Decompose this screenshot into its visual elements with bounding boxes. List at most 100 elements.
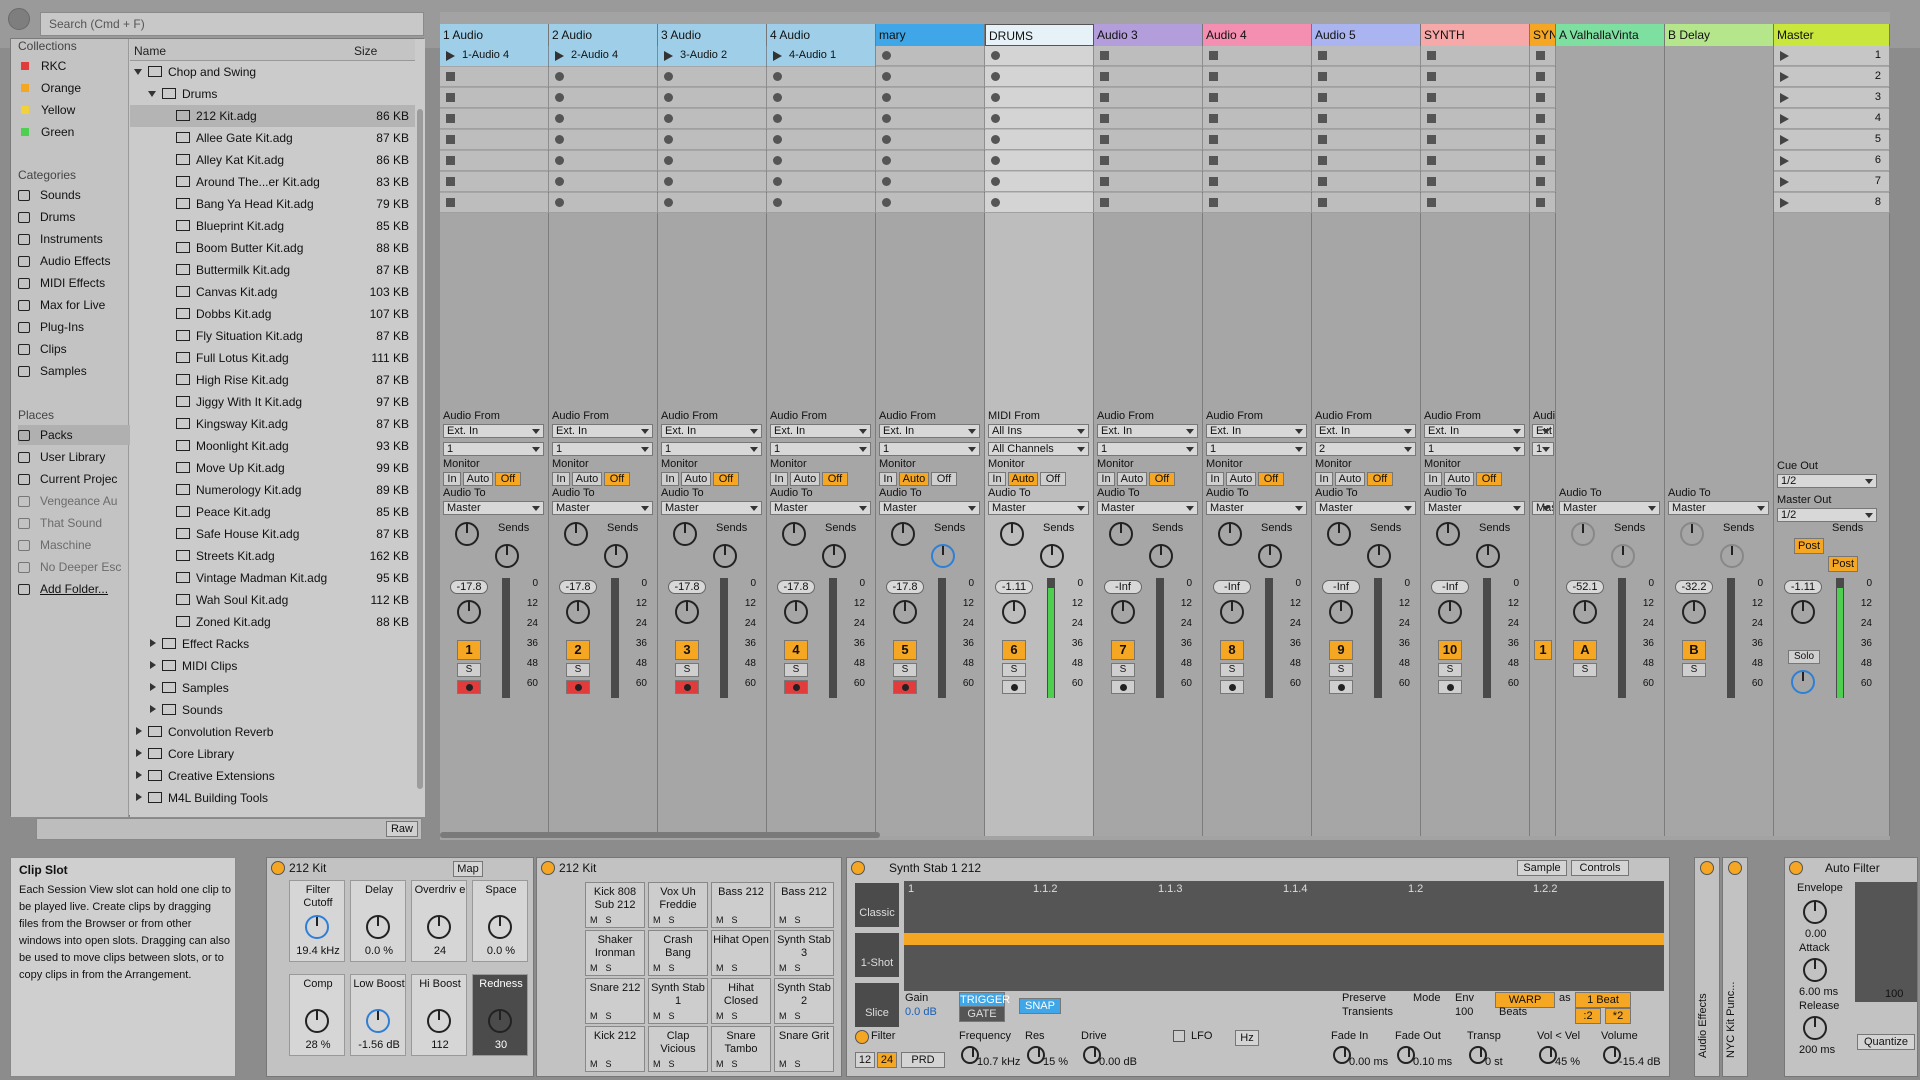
category-audio-effects[interactable]: Audio Effects	[18, 251, 130, 271]
scene-launch-4[interactable]: 4	[1774, 109, 1890, 129]
drum-pad[interactable]: Bass 212 MS	[774, 882, 834, 928]
clip-slot[interactable]	[876, 109, 985, 129]
send-b-knob[interactable]	[1258, 544, 1282, 568]
list-item[interactable]: Peace Kit.adg 85 KB	[130, 501, 415, 523]
power-button[interactable]	[1789, 861, 1803, 875]
clip-slot[interactable]	[1421, 130, 1530, 150]
record-slot-icon[interactable]	[773, 72, 782, 81]
stop-slot-icon[interactable]	[1427, 198, 1436, 207]
monitor-in-button[interactable]: In	[879, 472, 897, 486]
track-header-2[interactable]: 2 Audio	[549, 24, 658, 46]
power-button[interactable]	[271, 861, 285, 875]
monitor-auto-button[interactable]: Auto	[1008, 472, 1038, 486]
stop-slot-icon[interactable]	[1427, 51, 1436, 60]
stop-slot-icon[interactable]	[1100, 198, 1109, 207]
clip-slot[interactable]	[1312, 151, 1421, 171]
input-channel-select[interactable]: 1	[552, 442, 653, 456]
solo-button[interactable]: S	[1573, 663, 1597, 677]
input-channel-select[interactable]: 1	[661, 442, 762, 456]
record-slot-icon[interactable]	[664, 156, 673, 165]
record-slot-icon[interactable]	[773, 114, 782, 123]
volume-value[interactable]: -32.2	[1675, 580, 1713, 594]
send-a-knob[interactable]	[673, 522, 697, 546]
clip-slot[interactable]	[1094, 67, 1203, 87]
clip[interactable]: 2-Audio 4	[549, 46, 658, 66]
cue-volume-knob[interactable]	[1791, 670, 1815, 694]
volume-value[interactable]: -1.11	[995, 580, 1033, 594]
pad-mute-solo[interactable]: MS	[590, 1011, 620, 1021]
scene-play-icon[interactable]	[1780, 177, 1789, 187]
stop-slot-icon[interactable]	[446, 72, 455, 81]
clip-slot[interactable]	[1312, 130, 1421, 150]
track-activator-button[interactable]: 5	[893, 640, 917, 660]
drum-pad[interactable]: Clap Vicious MS	[648, 1026, 708, 1072]
stop-slot-icon[interactable]	[1427, 72, 1436, 81]
monitor-off-button[interactable]: Off	[1149, 472, 1175, 486]
record-slot-icon[interactable]	[664, 135, 673, 144]
track-header-4[interactable]: 4 Audio	[767, 24, 876, 46]
category-midi-effects[interactable]: MIDI Effects	[18, 273, 130, 293]
volume-value[interactable]: -1.11	[1784, 580, 1822, 594]
scene-play-icon[interactable]	[1780, 93, 1789, 103]
output-select[interactable]: Master	[770, 501, 871, 515]
monitor-auto-button[interactable]: Auto	[1226, 472, 1256, 486]
output-select[interactable]: Master	[1206, 501, 1307, 515]
place-vengeance-au[interactable]: Vengeance Au	[18, 491, 130, 511]
track-header-11[interactable]: SYN	[1530, 24, 1556, 46]
pad-mute-solo[interactable]: MS	[779, 1011, 809, 1021]
send-b-knob[interactable]	[604, 544, 628, 568]
scene-launch-3[interactable]: 3	[1774, 88, 1890, 108]
filter-power-button[interactable]	[855, 1030, 869, 1044]
send-b-knob[interactable]	[822, 544, 846, 568]
scene-play-icon[interactable]	[1780, 198, 1789, 208]
lfo-hz-button[interactable]: Hz	[1235, 1030, 1259, 1046]
controls-tab[interactable]: Controls	[1571, 860, 1629, 876]
macro-knob[interactable]	[427, 915, 451, 939]
master-solo-button[interactable]: Solo	[1788, 650, 1820, 664]
record-slot-icon[interactable]	[555, 114, 564, 123]
clip-slot[interactable]	[1203, 130, 1312, 150]
stop-slot-icon[interactable]	[1536, 93, 1545, 102]
preview-waveform[interactable]	[36, 818, 422, 840]
drum-pad[interactable]: Hihat Open MS	[711, 930, 771, 976]
input-type-select[interactable]: Ext. In	[443, 424, 544, 438]
clip[interactable]: 4-Audio 1	[767, 46, 876, 66]
clip-slot[interactable]	[767, 88, 876, 108]
record-slot-icon[interactable]	[882, 72, 891, 81]
cue-out-select[interactable]: 1/2	[1777, 474, 1877, 488]
macro-knob[interactable]	[305, 915, 329, 939]
stop-slot-icon[interactable]	[1427, 156, 1436, 165]
record-slot-icon[interactable]	[555, 198, 564, 207]
record-slot-icon[interactable]	[773, 198, 782, 207]
list-item[interactable]: Wah Soul Kit.adg 112 KB	[130, 589, 415, 611]
send-b-knob[interactable]	[931, 544, 955, 568]
stop-slot-icon[interactable]	[1318, 93, 1327, 102]
pan-knob[interactable]	[1111, 600, 1135, 624]
double-button[interactable]: *2	[1605, 1008, 1631, 1024]
scene-play-icon[interactable]	[1780, 114, 1789, 124]
pan-knob[interactable]	[1329, 600, 1353, 624]
track-activator-button[interactable]: 3	[675, 640, 699, 660]
clip-slot[interactable]	[440, 172, 549, 192]
list-item[interactable]: 212 Kit.adg 86 KB	[130, 105, 415, 127]
send-b-knob[interactable]	[1611, 544, 1635, 568]
mode-slice-button[interactable]: Slice	[855, 983, 899, 1027]
macro-knob[interactable]	[488, 915, 512, 939]
input-type-select[interactable]: Ext. In	[879, 424, 980, 438]
input-type-select[interactable]: All Ins	[988, 424, 1089, 438]
volume-value[interactable]: -Inf	[1104, 580, 1142, 594]
stop-slot-icon[interactable]	[1100, 135, 1109, 144]
track-header-5[interactable]: mary	[876, 24, 985, 46]
drum-pad[interactable]: Vox Uh Freddie MS	[648, 882, 708, 928]
drum-pad[interactable]: Kick 808 Sub 212 MS	[585, 882, 645, 928]
input-type-select[interactable]: Ext. In	[1424, 424, 1525, 438]
track-activator-button[interactable]: 1	[1534, 640, 1552, 660]
pan-knob[interactable]	[566, 600, 590, 624]
stop-slot-icon[interactable]	[1100, 177, 1109, 186]
record-slot-icon[interactable]	[555, 156, 564, 165]
record-slot-icon[interactable]	[882, 156, 891, 165]
drum-pad[interactable]: Bass 212 MS	[711, 882, 771, 928]
record-slot-icon[interactable]	[773, 156, 782, 165]
list-item[interactable]: Allee Gate Kit.adg 87 KB	[130, 127, 415, 149]
volume-value[interactable]: -17.8	[559, 580, 597, 594]
